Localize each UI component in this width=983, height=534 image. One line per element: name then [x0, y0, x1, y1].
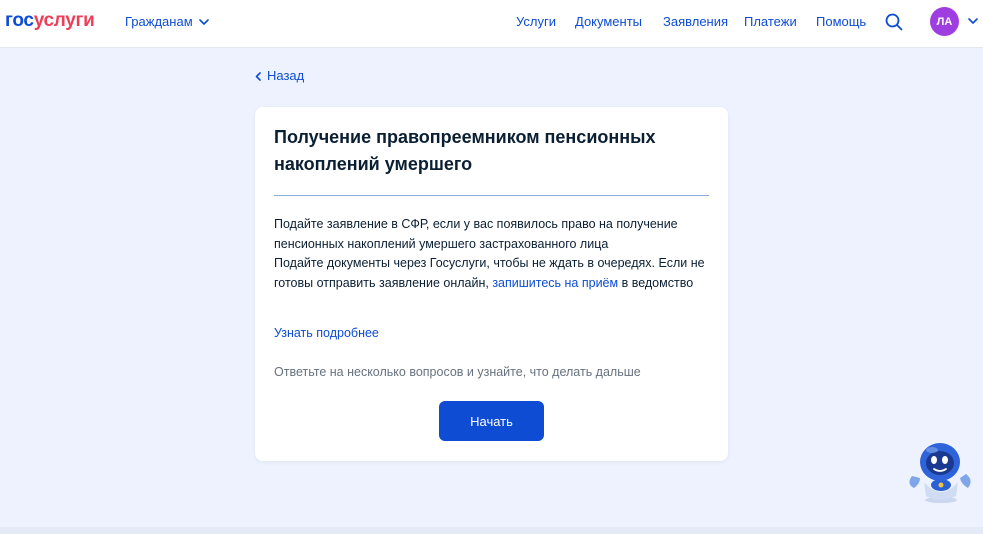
description-paragraph-1: Подайте заявление в СФР, если у вас появ… — [274, 217, 678, 251]
top-header: госуслуги Гражданам Услуги Документы Зая… — [0, 0, 983, 48]
avatar-initials: ЛА — [936, 15, 953, 28]
chevron-down-icon[interactable] — [968, 17, 978, 25]
hint-text: Ответьте на несколько вопросов и узнайте… — [274, 365, 641, 379]
learn-more-link[interactable]: Узнать подробнее — [274, 325, 379, 341]
nav-payments[interactable]: Платежи — [744, 14, 797, 30]
paragraph-2-tail: в ведомство — [618, 275, 694, 290]
service-description: Подайте заявление в СФР, если у вас появ… — [274, 215, 709, 293]
main-nav: Услуги Документы Заявления Платежи Помощ… — [0, 14, 983, 30]
nav-documents[interactable]: Документы — [575, 14, 642, 30]
user-avatar[interactable]: ЛА — [930, 7, 959, 36]
footer-strip — [0, 527, 983, 534]
description-paragraph-2: Подайте документы через Госуслуги, чтобы… — [274, 254, 709, 293]
nav-services[interactable]: Услуги — [516, 14, 556, 30]
chevron-left-icon — [255, 71, 261, 81]
back-label: Назад — [267, 68, 305, 83]
service-card: Получение правопреемником пенсионных нак… — [255, 107, 728, 461]
robot-assistant-icon[interactable] — [904, 438, 974, 504]
start-button[interactable]: Начать — [439, 401, 544, 441]
nav-help[interactable]: Помощь — [816, 14, 866, 30]
back-link[interactable]: Назад — [255, 68, 304, 84]
appointment-link[interactable]: запишитесь на приём — [492, 276, 618, 290]
search-icon[interactable] — [885, 13, 903, 31]
page-title: Получение правопреемником пенсионных нак… — [274, 127, 656, 174]
divider — [274, 195, 709, 196]
nav-applications[interactable]: Заявления — [663, 14, 728, 30]
